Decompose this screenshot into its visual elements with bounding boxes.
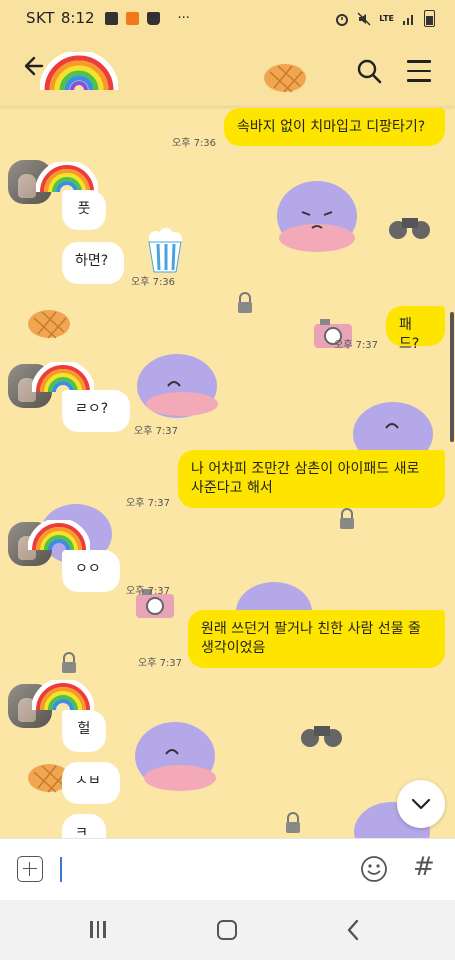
alarm-icon	[336, 13, 349, 26]
more-notifications: ···	[177, 10, 190, 26]
clock: 8:12	[60, 9, 95, 27]
message-input-bar: #	[0, 838, 455, 901]
search-icon[interactable]	[356, 58, 382, 84]
message-time: 오후 7:37	[126, 586, 171, 597]
hash-icon[interactable]: #	[413, 852, 435, 882]
other-message-bubble[interactable]: ㅇㅇ	[62, 550, 120, 592]
network-type: LTE	[379, 14, 394, 23]
status-bar: SKT 8:12 ··· LTE	[0, 0, 455, 36]
home-button[interactable]	[217, 920, 237, 940]
hippo-sticker-icon	[137, 354, 218, 418]
other-message-bubble[interactable]: 헐	[62, 710, 106, 752]
message-time: 오후 7:37	[126, 498, 171, 509]
binoculars-icon	[389, 218, 430, 239]
nav-back-icon[interactable]	[346, 919, 360, 941]
other-message-bubble[interactable]: ㅋ	[62, 814, 106, 838]
hippo-sticker-icon	[277, 181, 357, 252]
my-message-bubble[interactable]: 패드?	[386, 306, 445, 352]
melon-bread-icon	[264, 64, 306, 93]
rainbow-icon	[28, 520, 90, 551]
scrollbar[interactable]	[450, 312, 454, 442]
hamburger-menu-icon[interactable]	[407, 60, 431, 89]
lock-icon	[286, 812, 300, 833]
my-message-bubble[interactable]: 원래 쓰던거 팔거나 친한 사람 선물 줄 생각이었음	[188, 610, 445, 668]
other-message-bubble[interactable]: 하면?	[62, 242, 124, 284]
message-time: 오후 7:37	[138, 658, 183, 669]
signal-icon	[403, 14, 413, 25]
gallery-icon	[104, 11, 118, 25]
smiley-icon[interactable]	[360, 855, 388, 883]
melon-bread-icon	[28, 310, 70, 339]
binoculars-icon	[301, 726, 342, 747]
message-time: 오후 7:36	[131, 277, 176, 288]
carrier-label: SKT	[26, 9, 55, 27]
app-notification-icon	[125, 11, 139, 25]
other-message-bubble[interactable]: ㄹㅇ?	[62, 390, 130, 432]
message-time: 오후 7:37	[334, 340, 379, 351]
other-message-bubble[interactable]: 풋	[62, 190, 106, 230]
hippo-sticker-icon	[135, 722, 216, 791]
my-message-bubble[interactable]: 나 어차피 조만간 삼촌이 아이패드 새로 사준다고 해서	[178, 450, 445, 508]
rainbow-icon[interactable]	[40, 52, 118, 94]
plus-square-icon[interactable]	[17, 856, 43, 882]
message-input[interactable]	[60, 857, 62, 882]
lock-icon	[238, 292, 252, 313]
message-time: 오후 7:37	[134, 426, 179, 437]
rainbow-icon	[32, 680, 94, 711]
scroll-to-bottom-button[interactable]	[397, 780, 445, 828]
message-time: 오후 7:36	[172, 138, 217, 149]
chevron-down-icon	[411, 798, 431, 810]
mute-icon	[357, 11, 371, 26]
other-message-bubble[interactable]: ㅅㅂ	[62, 762, 120, 804]
system-nav-bar	[0, 900, 455, 960]
popcorn-icon	[148, 228, 182, 273]
lock-icon	[340, 508, 354, 529]
chat-header	[0, 36, 455, 106]
my-message-bubble[interactable]: 속바지 없이 치마입고 디팡타기?	[224, 108, 445, 146]
chat-area[interactable]: 속바지 없이 치마입고 디팡타기? 오후 7:36 풋 하면? 오후 7:36 …	[0, 106, 455, 838]
lock-icon	[62, 652, 76, 673]
shopping-bag-icon	[146, 11, 160, 25]
recent-apps-button[interactable]	[90, 921, 110, 942]
battery-icon	[424, 10, 435, 27]
